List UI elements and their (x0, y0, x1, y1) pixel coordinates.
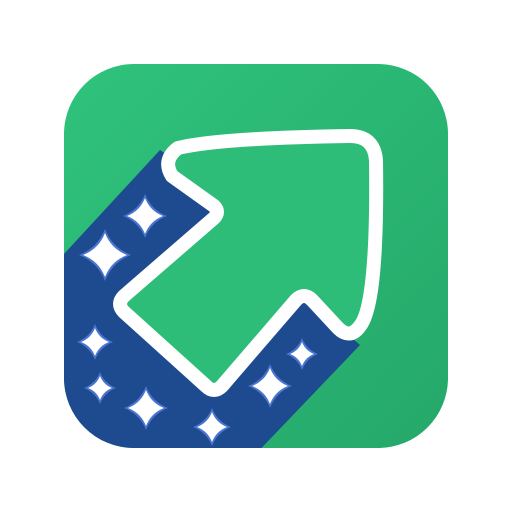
app-icon (64, 64, 448, 448)
icon-canvas (0, 0, 512, 512)
